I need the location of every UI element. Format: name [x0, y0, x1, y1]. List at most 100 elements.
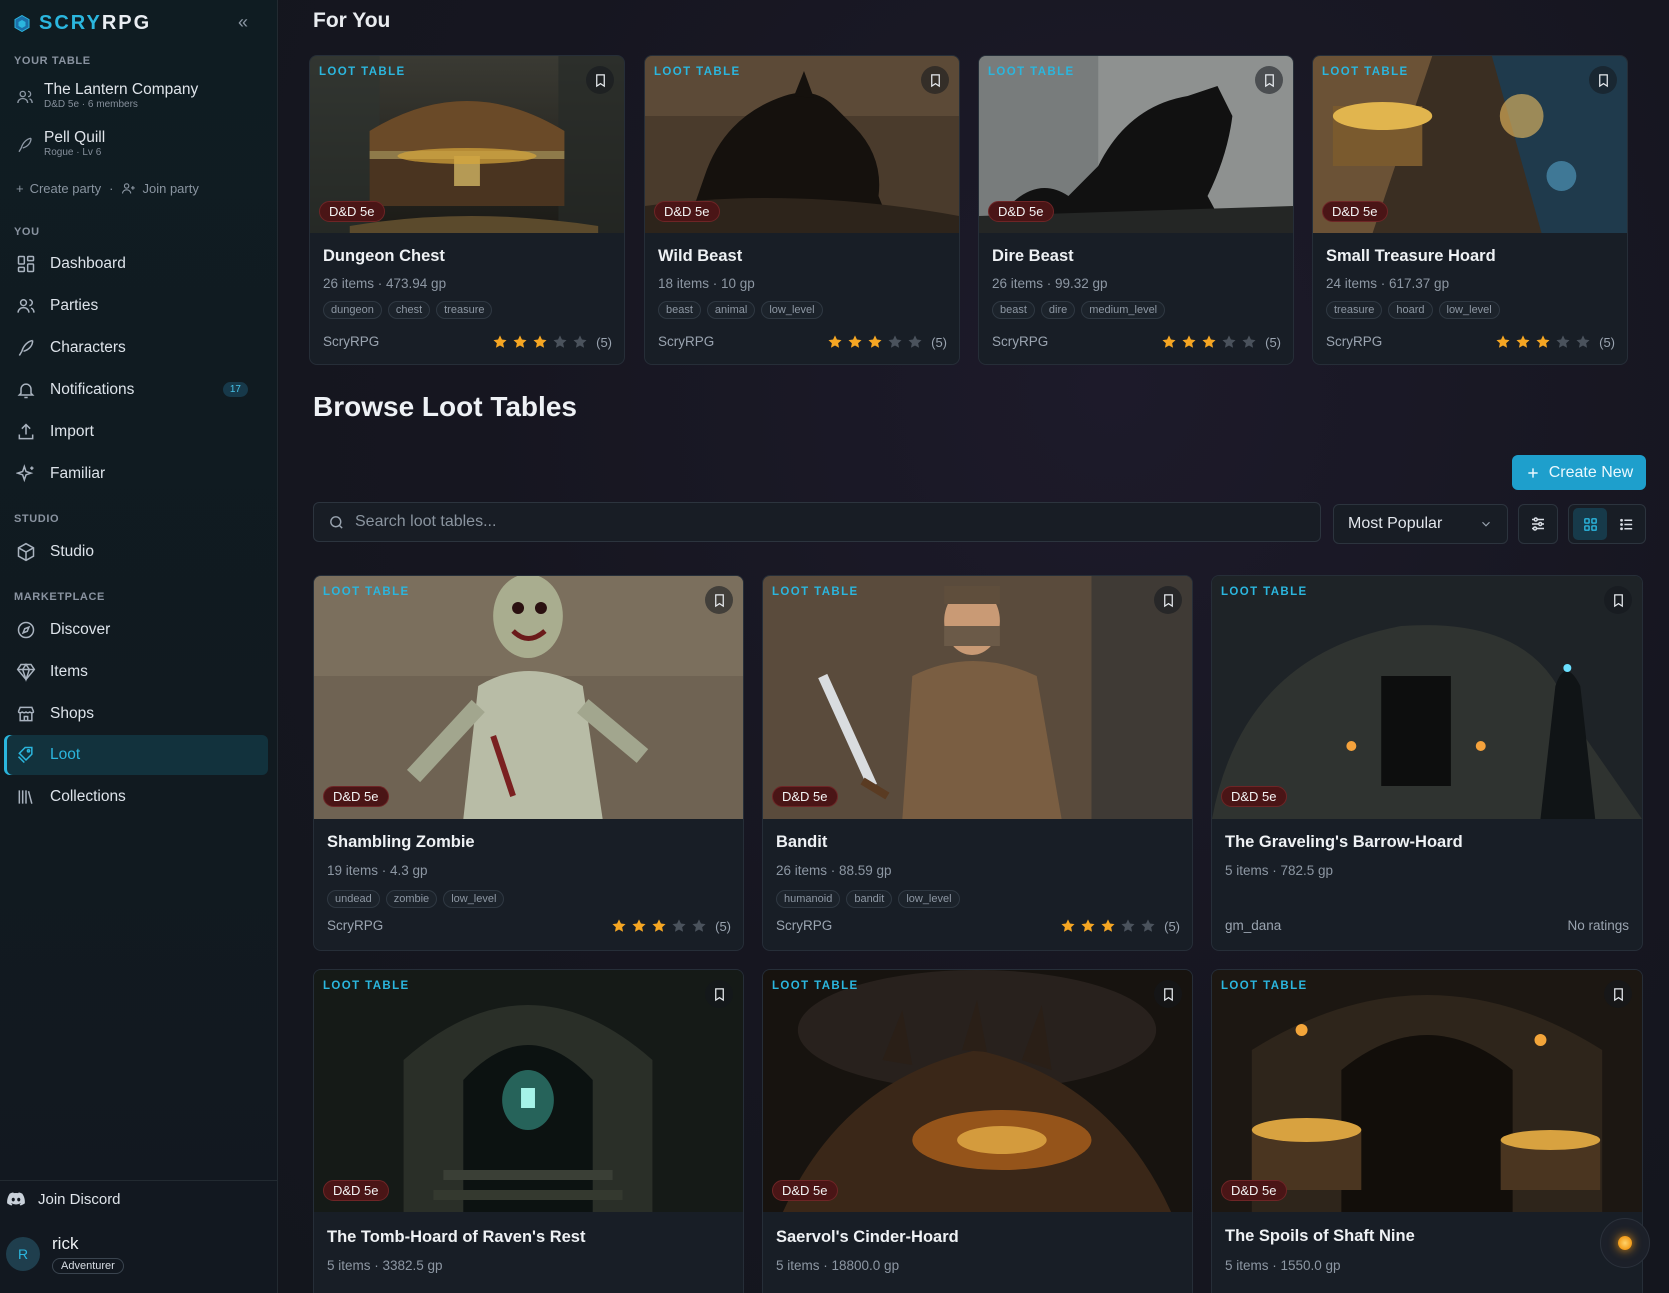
- tag[interactable]: medium_level: [1081, 301, 1166, 319]
- nav-shops[interactable]: Shops: [4, 694, 268, 734]
- table-entry-character[interactable]: Pell Quill Rogue · Lv 6: [16, 128, 105, 159]
- browse-card-tomb-hoard[interactable]: LOOT TABLE D&D 5e The Tomb-Hoard of Rave…: [313, 969, 744, 1293]
- discord-icon: [7, 1192, 25, 1206]
- bookmark-button[interactable]: [1604, 586, 1632, 614]
- nav-studio[interactable]: Studio: [4, 532, 268, 572]
- star-empty-icon: [1120, 918, 1136, 934]
- tag[interactable]: hoard: [1388, 301, 1433, 319]
- nav-import[interactable]: Import: [4, 412, 268, 452]
- star-filled-icon: [512, 334, 528, 350]
- browse-card-shambling-zombie[interactable]: LOOT TABLE D&D 5e Shambling Zombie 19 it…: [313, 575, 744, 951]
- bookmark-button[interactable]: [586, 66, 614, 94]
- card-meta: 18 items · 10 gp: [658, 276, 755, 291]
- card-tags: beast animal low_level: [658, 301, 823, 319]
- card-type-label: LOOT TABLE: [323, 586, 410, 598]
- bookmark-button[interactable]: [1589, 66, 1617, 94]
- star-empty-icon: [907, 334, 923, 350]
- card-type-label: LOOT TABLE: [319, 66, 406, 78]
- brand[interactable]: SCRYRPG: [14, 10, 151, 36]
- bookmark-button[interactable]: [1154, 586, 1182, 614]
- card-image: [1212, 970, 1642, 1212]
- bookmark-button[interactable]: [705, 980, 733, 1008]
- card-image: [763, 970, 1192, 1212]
- bookmark-button[interactable]: [921, 66, 949, 94]
- tag[interactable]: humanoid: [776, 890, 841, 908]
- system-badge: D&D 5e: [772, 786, 838, 807]
- tag[interactable]: treasure: [1326, 301, 1383, 319]
- card-type-label: LOOT TABLE: [772, 980, 859, 992]
- filter-button[interactable]: [1518, 504, 1558, 544]
- card-rating: (5): [1161, 334, 1281, 350]
- nav-label: Characters: [50, 339, 126, 356]
- star-filled-icon: [631, 918, 647, 934]
- tag[interactable]: dire: [1040, 301, 1076, 319]
- grid-icon: [1583, 517, 1597, 531]
- nav-dashboard[interactable]: Dashboard: [4, 244, 268, 284]
- bookmark-button[interactable]: [1255, 66, 1283, 94]
- bookmark-button[interactable]: [1154, 980, 1182, 1008]
- tag[interactable]: low_level: [898, 890, 960, 908]
- sort-select[interactable]: Most Popular: [1333, 504, 1508, 544]
- foryou-card-small-treasure-hoard[interactable]: LOOT TABLE D&D 5e Small Treasure Hoard 2…: [1312, 55, 1628, 365]
- nav-items[interactable]: Items: [4, 652, 268, 692]
- tag[interactable]: animal: [706, 301, 756, 319]
- tag[interactable]: beast: [658, 301, 701, 319]
- list-view-button[interactable]: [1609, 508, 1643, 540]
- nav-loot[interactable]: Loot: [4, 735, 268, 775]
- tag[interactable]: beast: [992, 301, 1035, 319]
- create-new-button[interactable]: Create New: [1512, 455, 1646, 490]
- browse-card-cinder-hoard[interactable]: LOOT TABLE D&D 5e Saervol's Cinder-Hoard…: [762, 969, 1193, 1293]
- store-icon: [17, 706, 35, 722]
- browse-card-bandit[interactable]: LOOT TABLE D&D 5e Bandit 26 items · 88.5…: [762, 575, 1193, 951]
- discord-label: Join Discord: [38, 1190, 121, 1208]
- card-title: The Spoils of Shaft Nine: [1225, 1227, 1415, 1245]
- card-meta: 24 items · 617.37 gp: [1326, 276, 1450, 291]
- search-input[interactable]: [355, 513, 1255, 531]
- browse-card-gravelings-barrow-hoard[interactable]: LOOT TABLE D&D 5e The Graveling's Barrow…: [1211, 575, 1643, 951]
- search-icon: [330, 515, 343, 529]
- nav-notifications[interactable]: Notifications 17: [4, 370, 268, 410]
- browse-card-spoils-of-shaft-nine[interactable]: LOOT TABLE D&D 5e The Spoils of Shaft Ni…: [1211, 969, 1643, 1293]
- nav-label: Collections: [50, 788, 126, 805]
- foryou-card-dungeon-chest[interactable]: LOOT TABLE D&D 5e Dungeon Chest 26 items…: [309, 55, 625, 365]
- floating-assistant-button[interactable]: [1600, 1218, 1650, 1268]
- card-tags: dungeon chest treasure: [323, 301, 493, 319]
- star-empty-icon: [887, 334, 903, 350]
- create-new-label: Create New: [1548, 463, 1634, 481]
- create-party-button[interactable]: + Create party: [16, 181, 101, 196]
- tag[interactable]: low_level: [761, 301, 823, 319]
- tag[interactable]: chest: [387, 301, 431, 319]
- rating-count: (5): [1164, 918, 1180, 934]
- foryou-card-dire-beast[interactable]: LOOT TABLE D&D 5e Dire Beast 26 items · …: [978, 55, 1294, 365]
- tag[interactable]: dungeon: [323, 301, 382, 319]
- nav-discover[interactable]: Discover: [4, 610, 268, 650]
- collapse-sidebar-icon[interactable]: «: [233, 12, 253, 32]
- grid-view-button[interactable]: [1573, 508, 1607, 540]
- join-party-button[interactable]: Join party: [121, 181, 199, 196]
- separator-dot: ·: [109, 181, 114, 196]
- foryou-card-wild-beast[interactable]: LOOT TABLE D&D 5e Wild Beast 18 items · …: [644, 55, 960, 365]
- bookmark-icon: [1264, 73, 1274, 87]
- nav-parties[interactable]: Parties: [4, 286, 268, 326]
- nav-familiar[interactable]: Familiar: [4, 454, 268, 494]
- bookmark-button[interactable]: [705, 586, 733, 614]
- tag[interactable]: treasure: [436, 301, 493, 319]
- user-profile[interactable]: R rick Adventurer: [6, 1234, 124, 1274]
- tag[interactable]: undead: [327, 890, 380, 908]
- tag[interactable]: low_level: [1438, 301, 1500, 319]
- bookmark-button[interactable]: [1604, 980, 1632, 1008]
- bookmark-icon: [1613, 987, 1623, 1001]
- system-badge: D&D 5e: [1221, 1180, 1287, 1201]
- section-you: YOU: [14, 226, 40, 238]
- quill-icon: [18, 137, 32, 153]
- orb-icon: [1618, 1236, 1632, 1250]
- nav-collections[interactable]: Collections: [4, 777, 268, 817]
- join-discord-link[interactable]: Join Discord: [6, 1189, 121, 1209]
- tag[interactable]: zombie: [385, 890, 438, 908]
- table-entry-party[interactable]: The Lantern Company D&D 5e · 6 members: [16, 80, 198, 111]
- nav-label: Discover: [50, 621, 111, 638]
- tag[interactable]: bandit: [846, 890, 893, 908]
- star-filled-icon: [1495, 334, 1511, 350]
- nav-characters[interactable]: Characters: [4, 328, 268, 368]
- tag[interactable]: low_level: [443, 890, 505, 908]
